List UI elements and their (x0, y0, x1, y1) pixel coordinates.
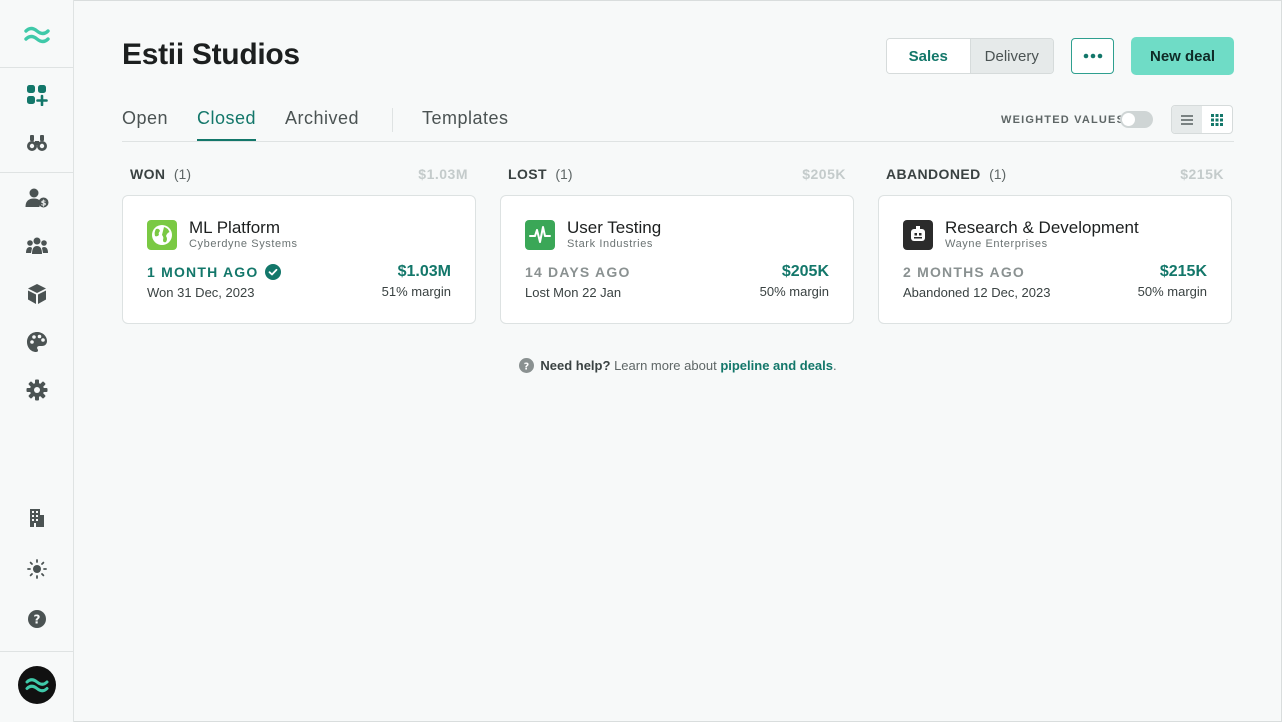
column-header: WON (1) $1.03M (122, 166, 476, 188)
sidebar-divider (0, 172, 73, 173)
deal-title: Research & Development (945, 218, 1139, 237)
globe-icon (147, 220, 177, 250)
page-title: Estii Studios (122, 38, 300, 71)
settings-gear-icon[interactable] (25, 378, 49, 402)
sidebar-divider (0, 67, 73, 68)
deal-margin: 50% margin (1137, 284, 1207, 299)
tab-closed[interactable]: Closed (197, 108, 257, 141)
more-options-button[interactable] (1071, 38, 1114, 74)
theme-sun-icon[interactable] (25, 557, 49, 581)
column-name: LOST (508, 166, 547, 182)
deal-close-date: Lost Mon 22 Jan (525, 285, 622, 300)
pipeline-column-lost: LOST (1) $205K User Testing Stark Indust… (500, 166, 854, 324)
column-name: ABANDONED (886, 166, 981, 182)
column-name: WON (130, 166, 166, 182)
building-icon[interactable] (25, 506, 49, 530)
deal-amount: $205K (781, 263, 829, 280)
tab-separator (392, 108, 393, 132)
view-mode-switch (1171, 105, 1233, 134)
tab-archived[interactable]: Archived (285, 108, 359, 141)
robot-icon (903, 220, 933, 250)
deal-card[interactable]: Research & Development Wayne Enterprises… (878, 195, 1232, 324)
deal-ago-text: 1 MONTH AGO (147, 264, 259, 280)
ellipsis-icon (1083, 53, 1102, 59)
segment-sales[interactable]: Sales (887, 39, 970, 73)
column-total: $1.03M (418, 166, 468, 182)
grid-view-button[interactable] (1202, 106, 1232, 133)
column-header: ABANDONED (1) $215K (878, 166, 1232, 188)
deal-margin: 50% margin (759, 284, 829, 299)
cube-icon[interactable] (25, 282, 49, 306)
deal-ago-text: 14 DAYS AGO (525, 264, 631, 280)
deal-amount: $1.03M (397, 263, 451, 280)
weighted-values-label: WEIGHTED VALUES (1001, 114, 1126, 126)
pipeline-segment-control: Sales Delivery (886, 38, 1054, 74)
list-icon (1181, 114, 1193, 125)
column-total: $205K (802, 166, 846, 182)
tab-templates[interactable]: Templates (422, 108, 509, 141)
pipeline-column-won: WON (1) $1.03M ML Platform Cyberdyne Sys… (122, 166, 476, 324)
deal-ago-text: 2 MONTHS AGO (903, 264, 1025, 280)
deal-card[interactable]: User Testing Stark Industries 14 DAYS AG… (500, 195, 854, 324)
sidebar-divider (0, 651, 73, 652)
deal-closed-ago: 1 MONTH AGO (147, 264, 282, 280)
team-icon[interactable] (25, 234, 49, 258)
deal-margin: 51% margin (381, 284, 451, 299)
pipeline-column-abandoned: ABANDONED (1) $215K Research & Developme… (878, 166, 1232, 324)
column-total: $215K (1180, 166, 1224, 182)
dashboard-add-icon[interactable] (25, 83, 49, 107)
binoculars-icon[interactable] (25, 131, 49, 155)
deal-closed-ago: 2 MONTHS AGO (903, 264, 1025, 280)
svg-text:?: ? (34, 613, 41, 627)
column-count: (1) (555, 166, 573, 182)
svg-text:$: $ (41, 199, 47, 208)
grid-icon (1211, 113, 1223, 126)
pipeline-deals-link[interactable]: pipeline and deals (720, 358, 833, 373)
deal-card[interactable]: ML Platform Cyberdyne Systems 1 MONTH AG… (122, 195, 476, 324)
deal-company: Cyberdyne Systems (189, 238, 298, 250)
svg-text:?: ? (524, 361, 529, 372)
deal-amount: $215K (1159, 263, 1207, 280)
column-header: LOST (1) $205K (500, 166, 854, 188)
deal-title: ML Platform (189, 218, 281, 237)
help-text: Learn more about (614, 358, 717, 373)
help-trailing: . (833, 358, 837, 373)
help-strong: Need help? (540, 358, 611, 373)
deal-title: User Testing (567, 218, 662, 237)
check-circle-icon (265, 264, 282, 280)
segment-delivery[interactable]: Delivery (969, 39, 1053, 73)
column-count: (1) (989, 166, 1007, 182)
column-count: (1) (173, 166, 191, 182)
deal-company: Stark Industries (567, 238, 654, 250)
sidebar: $ ? (0, 0, 74, 722)
help-icon[interactable]: ? (25, 607, 49, 631)
help-footer: ? Need help? Learn more about pipeline a… (122, 358, 1234, 373)
weighted-values-toggle[interactable] (1120, 111, 1153, 128)
question-circle-icon: ? (519, 358, 535, 373)
deal-close-date: Abandoned 12 Dec, 2023 (903, 285, 1051, 300)
tab-open[interactable]: Open (122, 108, 168, 141)
brand-logo-icon[interactable] (24, 24, 50, 46)
user-avatar[interactable] (18, 666, 56, 704)
client-billing-icon[interactable]: $ (25, 186, 49, 210)
deal-closed-ago: 14 DAYS AGO (525, 264, 631, 280)
palette-icon[interactable] (25, 330, 49, 354)
list-view-button[interactable] (1172, 106, 1202, 133)
deal-company: Wayne Enterprises (945, 238, 1048, 250)
deal-status-tabs: Open Closed Archived Templates WEIGHTED … (122, 105, 1234, 142)
new-deal-button[interactable]: New deal (1131, 37, 1234, 75)
pulse-icon (525, 220, 555, 250)
deal-close-date: Won 31 Dec, 2023 (147, 285, 255, 300)
